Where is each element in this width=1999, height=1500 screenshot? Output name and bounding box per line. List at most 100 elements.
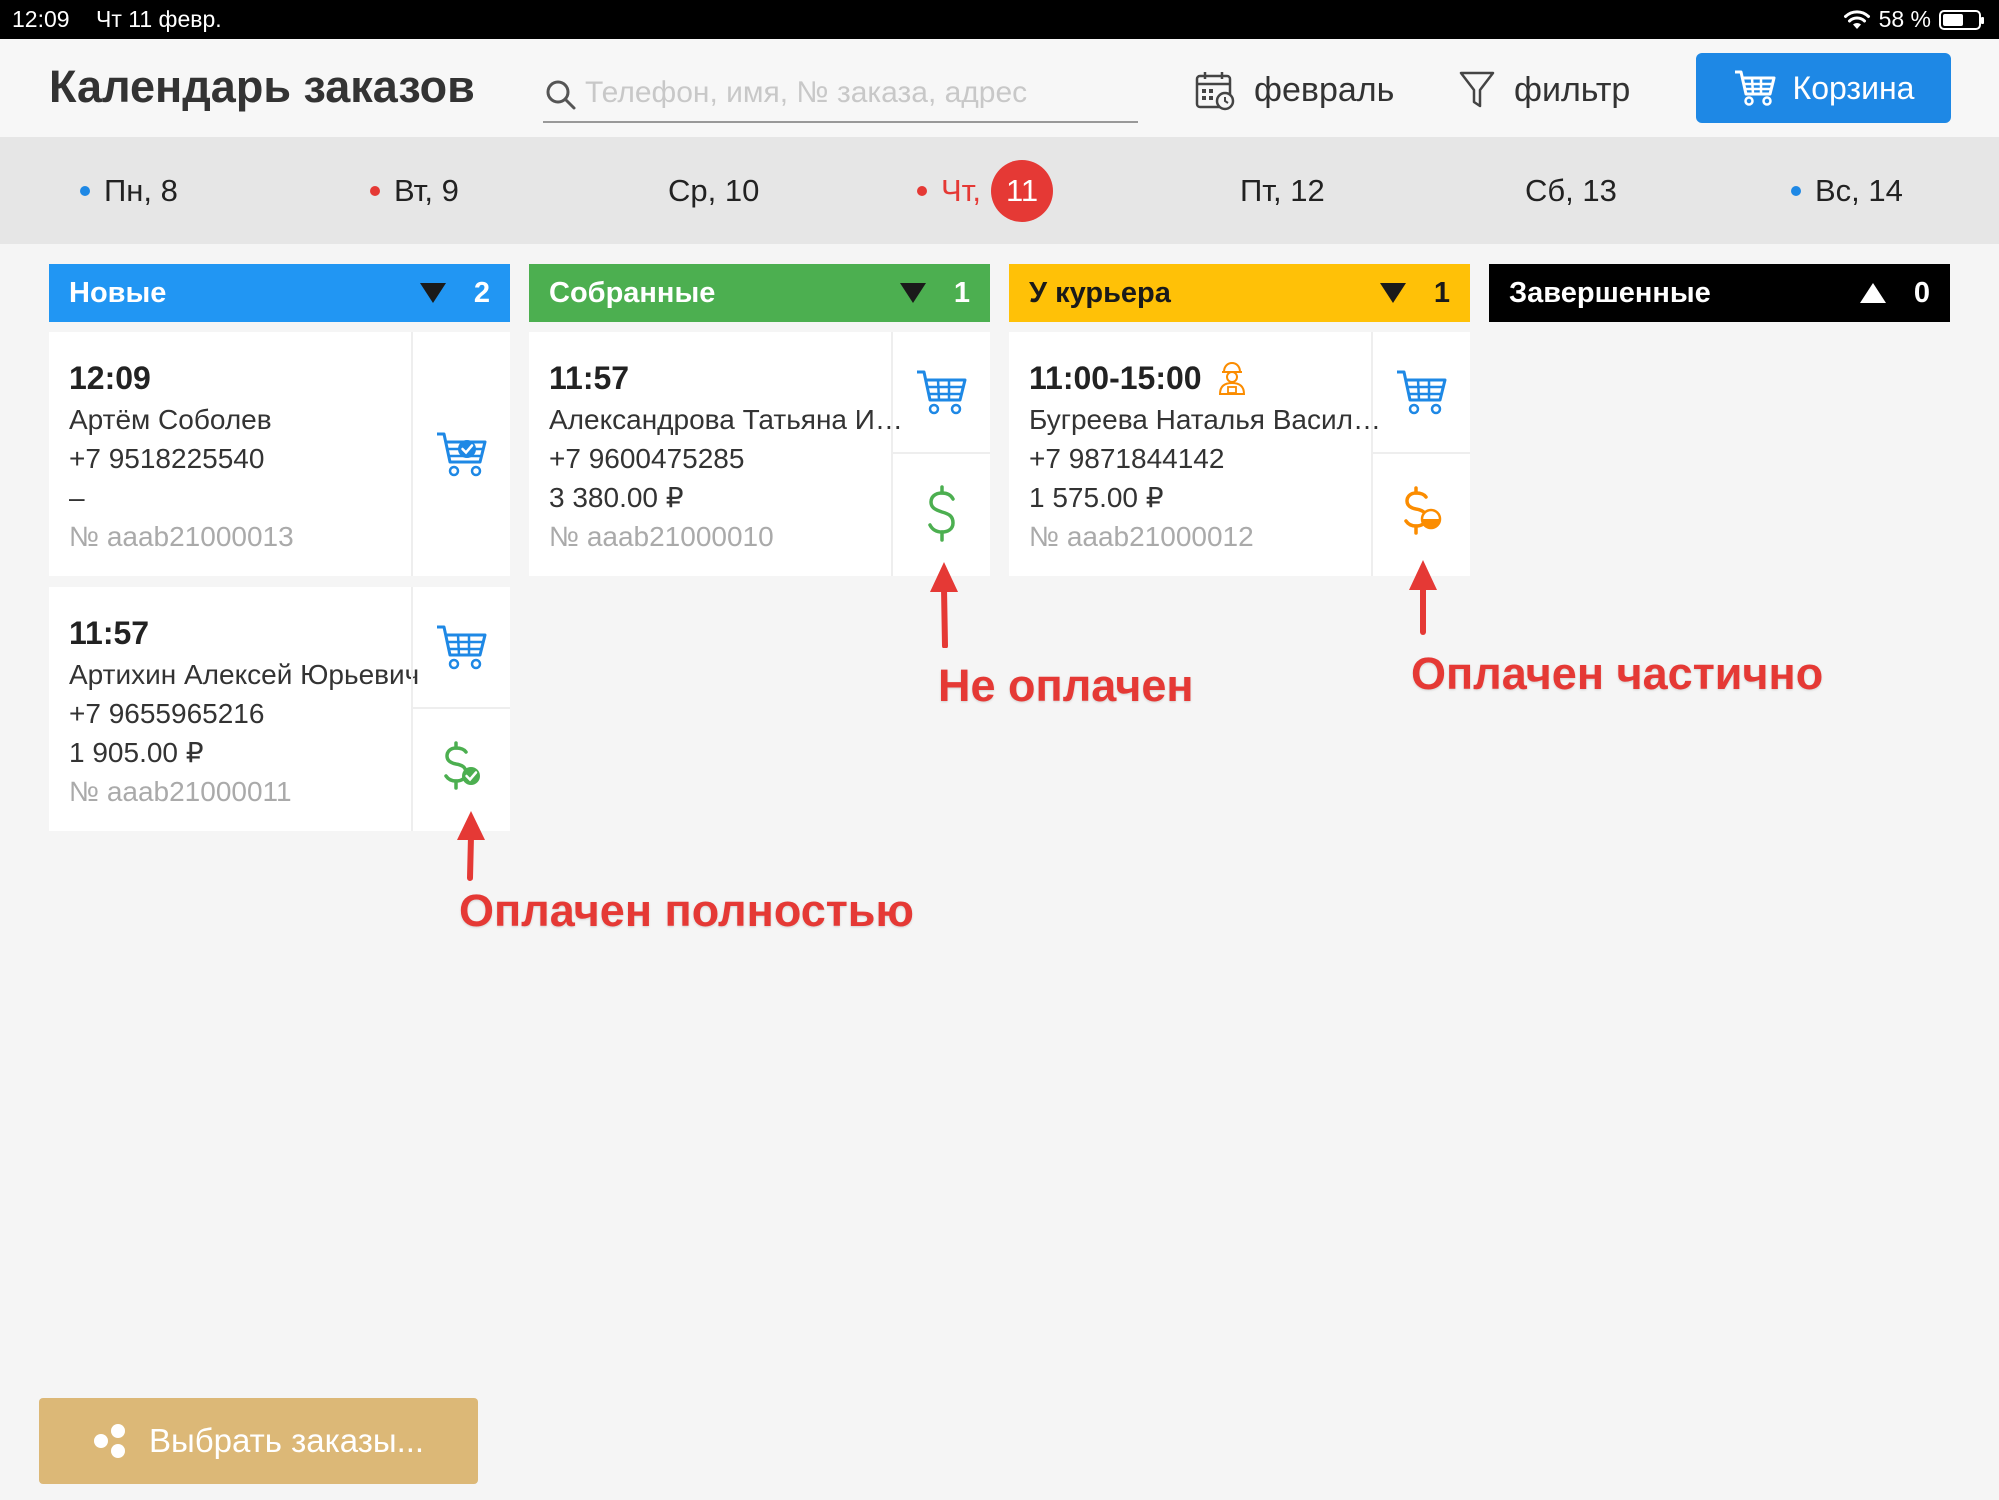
status-time: 12:09 — [12, 6, 70, 32]
column-count: 0 — [1913, 276, 1930, 309]
day-wed[interactable]: Ср, 10 — [668, 137, 759, 244]
day-dot — [80, 185, 90, 196]
search-box — [543, 67, 1138, 123]
order-cart-cell[interactable] — [413, 332, 510, 576]
column-count: 2 — [473, 276, 490, 309]
order-phone: +7 9655965216 — [69, 698, 265, 729]
order-phone: +7 9518225540 — [69, 443, 265, 474]
order-customer: Александрова Татьяна Ивановна — [549, 404, 909, 435]
order-number: № aaab21000011 — [69, 776, 292, 807]
cart-icon — [1734, 70, 1776, 106]
column-count: 1 — [1433, 276, 1450, 309]
order-number: № aaab21000012 — [1029, 521, 1254, 552]
column-header-new[interactable]: Новые 2 — [49, 264, 510, 322]
day-dot — [1791, 185, 1801, 196]
annotation-full: Оплачен полностью — [459, 885, 914, 936]
order-customer: Артихин Алексей Юрьевич — [69, 659, 420, 690]
cart-label: Корзина — [1792, 69, 1915, 106]
day-dot — [917, 185, 927, 196]
column-name: Новые — [69, 276, 167, 309]
order-time: 11:00-15:00 — [1029, 356, 1389, 400]
collapse-arrow-icon — [1379, 283, 1406, 303]
column-name: У курьера — [1029, 276, 1171, 309]
day-thu-today[interactable]: Чт, 11 — [917, 137, 1054, 244]
column-count: 1 — [953, 276, 970, 309]
day-fri[interactable]: Пт, 12 — [1240, 137, 1325, 244]
order-status-column — [891, 332, 990, 576]
order-cart-cell[interactable] — [413, 587, 510, 709]
order-time: 11:57 — [69, 614, 150, 651]
status-date: Чт 11 февр. — [96, 6, 222, 32]
annotation-unpaid: Не оплачен — [938, 660, 1194, 711]
dots-icon — [94, 1424, 125, 1458]
month-button[interactable]: февраль — [1194, 65, 1394, 115]
column-header-assembled[interactable]: Собранные 1 — [529, 264, 990, 322]
order-customer: Артём Соболев — [69, 404, 272, 435]
order-number: № aaab21000013 — [69, 521, 294, 552]
day-mon[interactable]: Пн, 8 — [80, 137, 178, 244]
day-label: Пн, 8 — [104, 172, 178, 208]
battery-percent: 58 % — [1878, 6, 1931, 32]
annotation-arrow-partial — [1409, 560, 1437, 635]
collapse-arrow-icon — [899, 283, 926, 303]
day-label: Пт, 12 — [1240, 172, 1325, 208]
order-info: 11:57 Александрова Татьяна Ивановна +7 9… — [549, 356, 909, 556]
day-sat[interactable]: Сб, 13 — [1525, 137, 1617, 244]
cart-button[interactable]: Корзина — [1696, 53, 1951, 123]
order-info: 11:57 Артихин Алексей Юрьевич +7 9655965… — [69, 611, 429, 811]
order-card[interactable]: 11:57 Артихин Алексей Юрьевич +7 9655965… — [49, 587, 510, 831]
order-cart-cell[interactable] — [1373, 332, 1470, 454]
day-label: Сб, 13 — [1525, 172, 1617, 208]
order-card[interactable]: 11:57 Александрова Татьяна Ивановна +7 9… — [529, 332, 990, 576]
order-number: № aaab21000010 — [549, 521, 774, 552]
filter-button[interactable]: фильтр — [1458, 65, 1630, 115]
column-header-courier[interactable]: У курьера 1 — [1009, 264, 1470, 322]
dollar-paid-icon — [443, 741, 480, 790]
day-sun[interactable]: Вс, 14 — [1791, 137, 1903, 244]
battery-icon — [1939, 9, 1984, 30]
column-name: Собранные — [549, 276, 716, 309]
order-card[interactable]: 12:09 Артём Соболев +7 9518225540 – № aa… — [49, 332, 510, 576]
select-orders-button[interactable]: Выбрать заказы... — [39, 1398, 478, 1484]
annotation-arrow-unpaid — [930, 562, 958, 648]
calendar-icon — [1195, 72, 1235, 111]
order-amount: 3 380.00 ₽ — [549, 482, 684, 513]
order-phone: +7 9871844142 — [1029, 443, 1225, 474]
annotation-partial: Оплачен частично — [1411, 648, 1824, 699]
courier-icon — [1218, 361, 1245, 395]
filter-icon — [1459, 71, 1495, 108]
order-time: 12:09 — [69, 359, 151, 396]
filter-label: фильтр — [1514, 70, 1631, 109]
dollar-unpaid-icon — [927, 485, 955, 542]
day-dot — [370, 185, 380, 196]
order-info: 11:00-15:00 Бугреева Наталья Васильевна … — [1029, 356, 1389, 556]
today-badge: 11 — [991, 159, 1054, 222]
order-cart-cell[interactable] — [893, 332, 990, 454]
battery-level — [1943, 13, 1963, 26]
search-icon — [546, 80, 576, 110]
order-amount: – — [69, 482, 85, 513]
status-right: 58 % — [1843, 6, 1984, 33]
week-days-row: Пн, 8 Вт, 9 Ср, 10 Чт, 11 Пт, 12 Сб, 13 … — [0, 137, 1999, 244]
order-time-text: 11:00-15:00 — [1029, 359, 1202, 396]
annotation-arrow-full — [457, 811, 485, 881]
page-title: Календарь заказов — [49, 61, 475, 112]
day-label: Чт, — [941, 172, 982, 208]
cart-icon — [1396, 370, 1446, 415]
expand-arrow-icon — [1859, 283, 1886, 303]
day-tue[interactable]: Вт, 9 — [370, 137, 459, 244]
wifi-icon — [1843, 9, 1870, 29]
collapse-arrow-icon — [419, 283, 446, 303]
order-customer: Бугреева Наталья Васильевна — [1029, 404, 1389, 435]
search-input[interactable] — [585, 73, 1125, 113]
column-header-completed[interactable]: Завершенные 0 — [1489, 264, 1950, 322]
cart-check-icon — [436, 432, 486, 477]
status-bar: 12:09 Чт 11 февр. 58 % — [0, 0, 1999, 39]
column-name: Завершенные — [1509, 276, 1711, 309]
order-card[interactable]: 11:00-15:00 Бугреева Наталья Васильевна … — [1009, 332, 1470, 576]
cart-icon — [916, 370, 966, 415]
order-time: 11:57 — [549, 359, 630, 396]
dollar-partial-icon — [1403, 486, 1441, 535]
month-label: февраль — [1254, 70, 1395, 109]
order-status-column — [1371, 332, 1470, 576]
